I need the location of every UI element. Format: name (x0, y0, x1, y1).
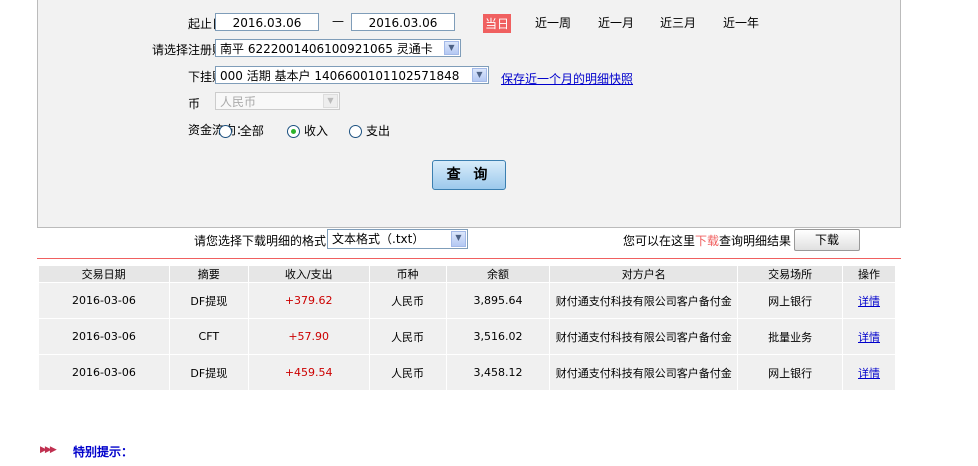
account-select[interactable]: 南平 6222001406100921065 灵通卡 ▼ (215, 39, 461, 57)
cell-balance: 3,895.64 (445, 282, 551, 319)
hint-prefix: 您可以在这里 (623, 234, 696, 248)
cell-amount: +57.90 (247, 318, 370, 355)
cell-summary: DF提现 (168, 282, 249, 319)
chevron-down-icon: ▼ (472, 68, 487, 82)
flow-expense-label: 支出 (366, 124, 391, 138)
query-button[interactable]: 查 询 (432, 160, 506, 190)
col-action: 操作 (842, 266, 896, 283)
table-row: 2016-03-06 DF提现 +379.62 人民币 3,895.64 财付通支付科技有… (38, 282, 896, 319)
detail-link[interactable]: 详情 (858, 367, 880, 380)
range-3months[interactable]: 近三月 (660, 14, 696, 31)
col-channel: 交易场所 (737, 266, 843, 283)
cell-summary: DF提现 (168, 354, 249, 391)
radio-icon (219, 125, 232, 138)
detail-link[interactable]: 详情 (858, 295, 880, 308)
chevron-down-icon: ▼ (451, 231, 466, 247)
cell-balance: 3,516.02 (445, 318, 551, 355)
cell-currency: 人民币 (368, 354, 447, 391)
col-counterparty: 对方户名 (549, 266, 739, 283)
table-header: 交易日期 摘要 收入/支出 币种 余额 对方户名 交易场所 操作 (38, 266, 896, 283)
query-form-panel: 起止日期： 2016.03.06 — 2016.03.06 当日 近一周 近一月… (37, 0, 901, 228)
cell-counterparty: 财付通支付科技有限公司客户备付金 (549, 318, 739, 355)
download-button[interactable]: 下载 (794, 229, 860, 251)
range-week[interactable]: 近一周 (535, 14, 571, 31)
save-snapshot-link[interactable]: 保存近一个月的明细快照 (501, 70, 633, 87)
format-label: 请您选择下载明细的格式 (194, 234, 327, 248)
cell-currency: 人民币 (368, 318, 447, 355)
range-year[interactable]: 近一年 (723, 14, 759, 31)
cell-counterparty: 财付通支付科技有限公司客户备付金 (549, 354, 739, 391)
chevron-down-icon: ▼ (323, 94, 338, 108)
date-separator: — (332, 14, 344, 28)
notice-title: 特别提示： (73, 445, 134, 459)
currency-value: 人民币 (220, 95, 257, 109)
table-row: 2016-03-06 DF提现 +459.54 人民币 3,458.12 财付通支付科技有… (38, 354, 896, 391)
cell-action: 详情 (842, 354, 896, 391)
cell-action: 详情 (842, 318, 896, 355)
cell-currency: 人民币 (368, 282, 447, 319)
cell-amount: +459.54 (247, 354, 370, 391)
download-hint: 您可以在这里下载查询明细结果 (623, 232, 791, 249)
currency-select: 人民币 ▼ (215, 92, 340, 110)
hint-suffix: 查询明细结果 (719, 234, 792, 248)
flow-income-label: 收入 (304, 124, 329, 138)
col-summary: 摘要 (169, 266, 249, 283)
cell-channel: 批量业务 (737, 318, 843, 355)
flow-all-label: 全部 (239, 124, 264, 138)
range-month[interactable]: 近一月 (598, 14, 634, 31)
flow-all-radio[interactable]: 全部 (219, 122, 264, 139)
cell-summary: CFT (168, 318, 249, 355)
account-value: 南平 6222001406100921065 灵通卡 (220, 42, 433, 56)
arrows-icon: ▶▶▶ (40, 445, 57, 455)
col-date: 交易日期 (38, 266, 170, 283)
table-row: 2016-03-06 CFT +57.90 人民币 3,516.02 财付通支付科技有限公… (38, 318, 896, 355)
flow-expense-radio[interactable]: 支出 (349, 122, 390, 139)
cell-counterparty: 财付通支付科技有限公司客户备付金 (549, 282, 739, 319)
cell-amount: +379.62 (247, 282, 370, 319)
sub-account-select[interactable]: 000 活期 基本户 1406600101102571848 ▼ (215, 66, 489, 84)
transaction-table: 交易日期 摘要 收入/支出 币种 余额 对方户名 交易场所 操作 2016-03… (38, 266, 896, 391)
radio-icon (349, 125, 362, 138)
sub-account-value: 000 活期 基本户 1406600101102571848 (220, 69, 460, 83)
col-currency: 币种 (369, 266, 447, 283)
cell-channel: 网上银行 (737, 282, 843, 319)
cell-date: 2016-03-06 (38, 318, 170, 355)
cell-date: 2016-03-06 (38, 282, 170, 319)
radio-checked-icon (287, 125, 300, 138)
detail-link[interactable]: 详情 (858, 331, 880, 344)
col-balance: 余额 (446, 266, 551, 283)
chevron-down-icon: ▼ (444, 41, 459, 55)
end-date-input[interactable]: 2016.03.06 (351, 13, 455, 31)
cell-action: 详情 (842, 282, 896, 319)
hint-download-link[interactable]: 下载 (695, 234, 719, 248)
range-today[interactable]: 当日 (483, 14, 512, 33)
col-amount: 收入/支出 (248, 266, 370, 283)
format-select[interactable]: 文本格式（.txt） ▼ (327, 229, 468, 249)
cell-balance: 3,458.12 (445, 354, 551, 391)
cell-channel: 网上银行 (737, 354, 843, 391)
divider (37, 258, 901, 259)
cell-date: 2016-03-06 (38, 354, 170, 391)
format-value: 文本格式（.txt） (332, 232, 425, 246)
flow-income-radio[interactable]: 收入 (287, 122, 328, 139)
start-date-input[interactable]: 2016.03.06 (215, 13, 319, 31)
